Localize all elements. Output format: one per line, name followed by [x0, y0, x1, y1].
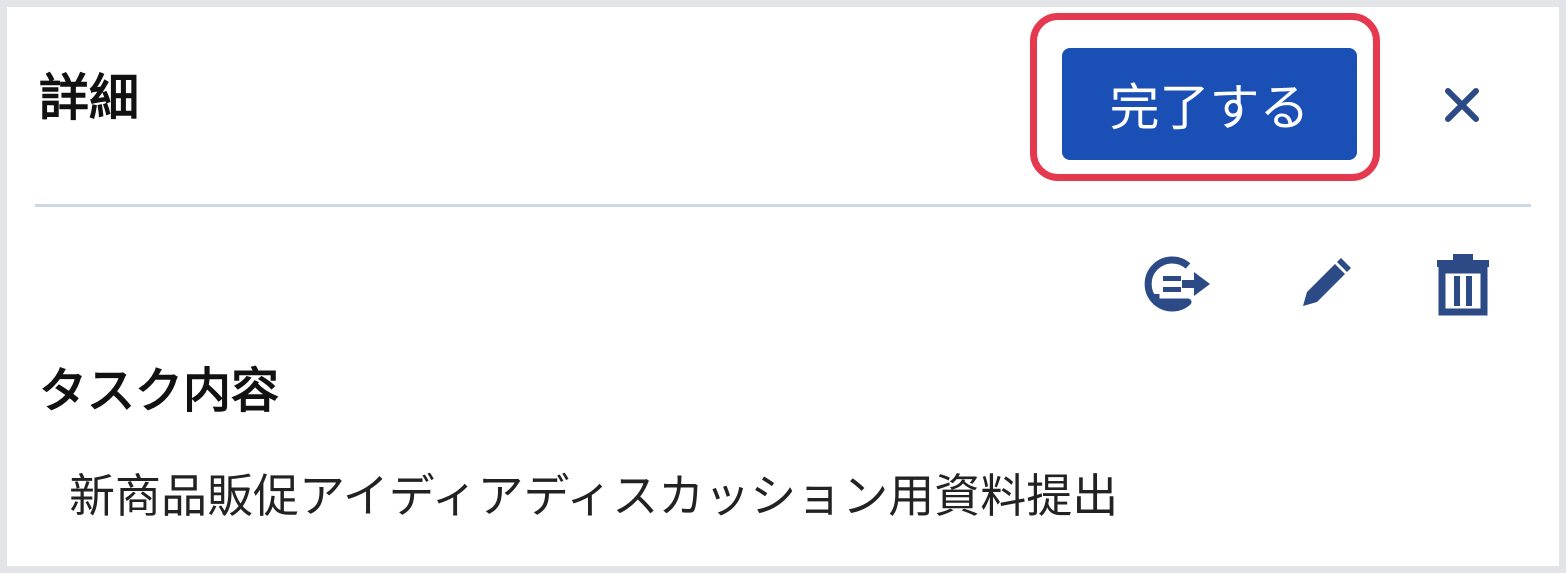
detail-panel: 詳細 完了する タスク内容 新商品販促アイディアディスカッション用資料提出 — [7, 7, 1559, 566]
panel-title: 詳細 — [39, 69, 139, 127]
message-arrow-icon — [1144, 256, 1210, 312]
pencil-icon — [1303, 258, 1351, 306]
move-task-button[interactable] — [1142, 251, 1218, 317]
task-content-label: タスク内容 — [39, 363, 280, 419]
delete-button[interactable] — [1425, 251, 1501, 317]
trash-icon — [1437, 254, 1489, 316]
edit-button[interactable] — [1285, 251, 1361, 317]
complete-button[interactable]: 完了する — [1062, 48, 1357, 160]
close-icon — [1445, 88, 1479, 122]
header-divider — [35, 204, 1531, 207]
task-content-text: 新商品販促アイディアディスカッション用資料提出 — [69, 469, 1119, 523]
close-button[interactable] — [1434, 77, 1490, 133]
